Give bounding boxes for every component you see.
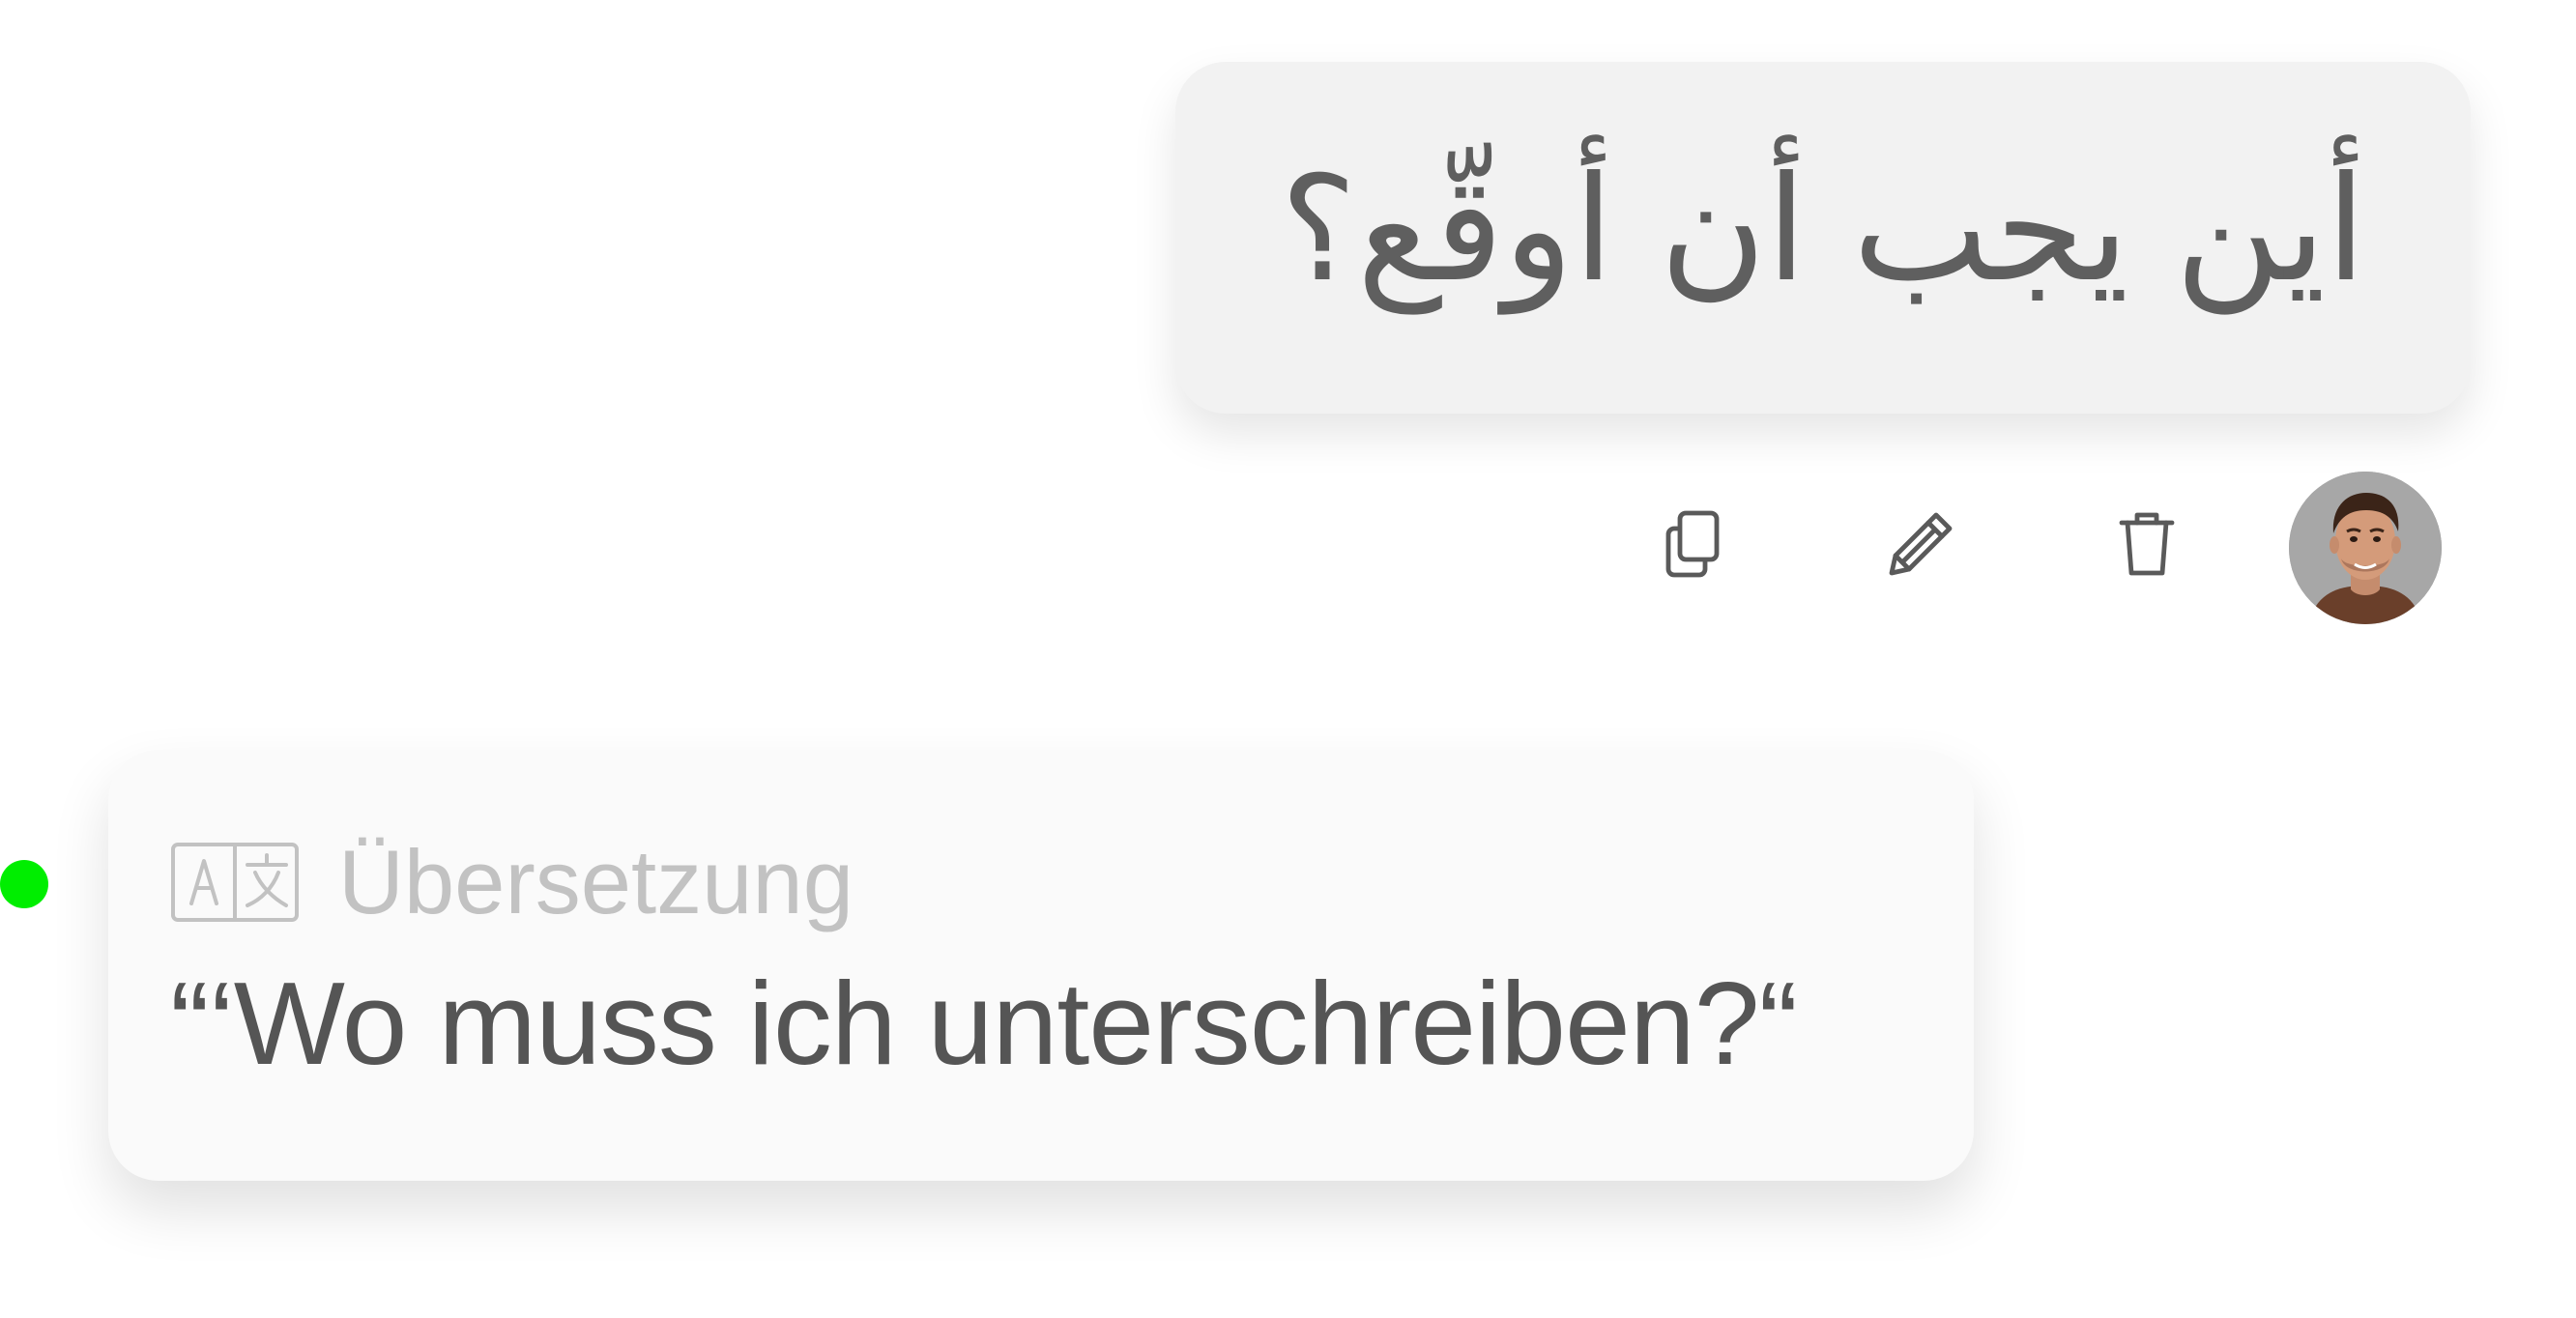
message-actions [0, 472, 2576, 626]
user-message-text: أين يجب أن أوقّع؟ [1280, 146, 2366, 314]
translate-icon [171, 843, 299, 922]
delete-button[interactable] [2094, 491, 2200, 597]
pencil-icon [1889, 512, 1953, 576]
user-avatar-image [2289, 472, 2442, 624]
translation-text: “‘Wo muss ich unterschreiben?“ [170, 958, 1798, 1089]
translation-label: Übersetzung [338, 831, 854, 932]
user-avatar[interactable] [2289, 472, 2442, 624]
translation-card: Übersetzung “‘Wo muss ich unterschreiben… [108, 750, 1974, 1181]
online-status-dot [0, 860, 48, 908]
copy-icon [1665, 510, 1720, 578]
chat-stage: أين يجب أن أوقّع؟ Übersetzung “‘Wo muss … [0, 0, 2576, 1318]
user-message-bubble: أين يجب أن أوقّع؟ [1175, 62, 2471, 414]
translation-header: Übersetzung [170, 837, 854, 928]
copy-button[interactable] [1640, 491, 1747, 597]
trash-icon [2119, 512, 2175, 576]
edit-button[interactable] [1867, 491, 1974, 597]
